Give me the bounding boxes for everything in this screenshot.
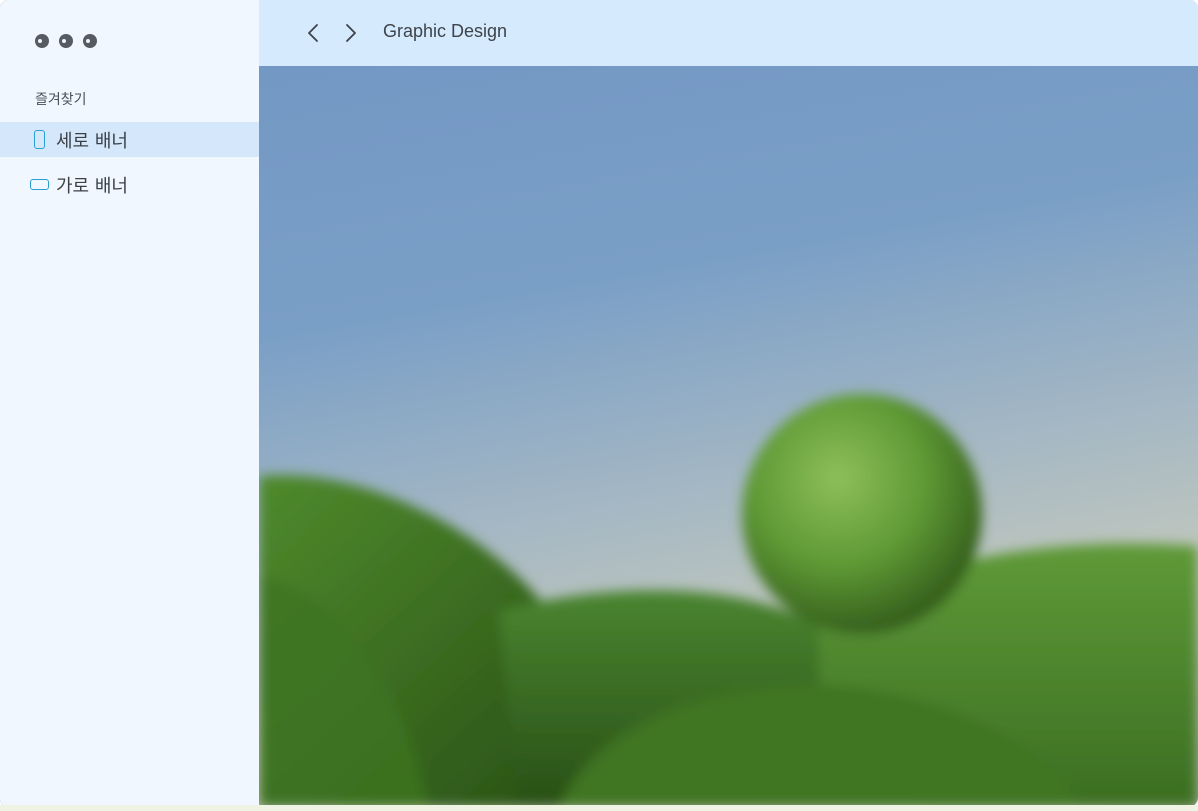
app-window: 즐겨찾기 세로 배너 가로 배너 Graphic Design xyxy=(0,0,1198,807)
hills-illustration xyxy=(259,394,1198,807)
sidebar: 즐겨찾기 세로 배너 가로 배너 xyxy=(0,0,259,807)
window-controls xyxy=(35,34,97,48)
minimize-window-button[interactable] xyxy=(59,34,73,48)
page-title: Graphic Design xyxy=(383,21,508,41)
chevron-right-icon xyxy=(346,24,356,42)
window-bottom-edge xyxy=(0,805,1198,811)
maximize-window-button[interactable] xyxy=(83,34,97,48)
horizontal-rectangle-icon xyxy=(30,179,49,190)
favorites-section-title: 즐겨찾기 xyxy=(35,92,87,108)
sidebar-item-label: 세로 배너 xyxy=(56,130,128,152)
sidebar-item-vertical-banner[interactable]: 세로 배너 xyxy=(0,122,259,157)
chevron-left-icon xyxy=(308,24,318,42)
image-preview xyxy=(259,66,1198,807)
sidebar-item-label: 가로 배너 xyxy=(56,175,128,197)
back-button[interactable] xyxy=(302,22,324,44)
toolbar: Graphic Design xyxy=(259,0,1198,66)
close-window-button[interactable] xyxy=(35,34,49,48)
sidebar-item-horizontal-banner[interactable]: 가로 배너 xyxy=(0,167,259,202)
vertical-rectangle-icon xyxy=(34,130,45,149)
forward-button[interactable] xyxy=(340,22,362,44)
